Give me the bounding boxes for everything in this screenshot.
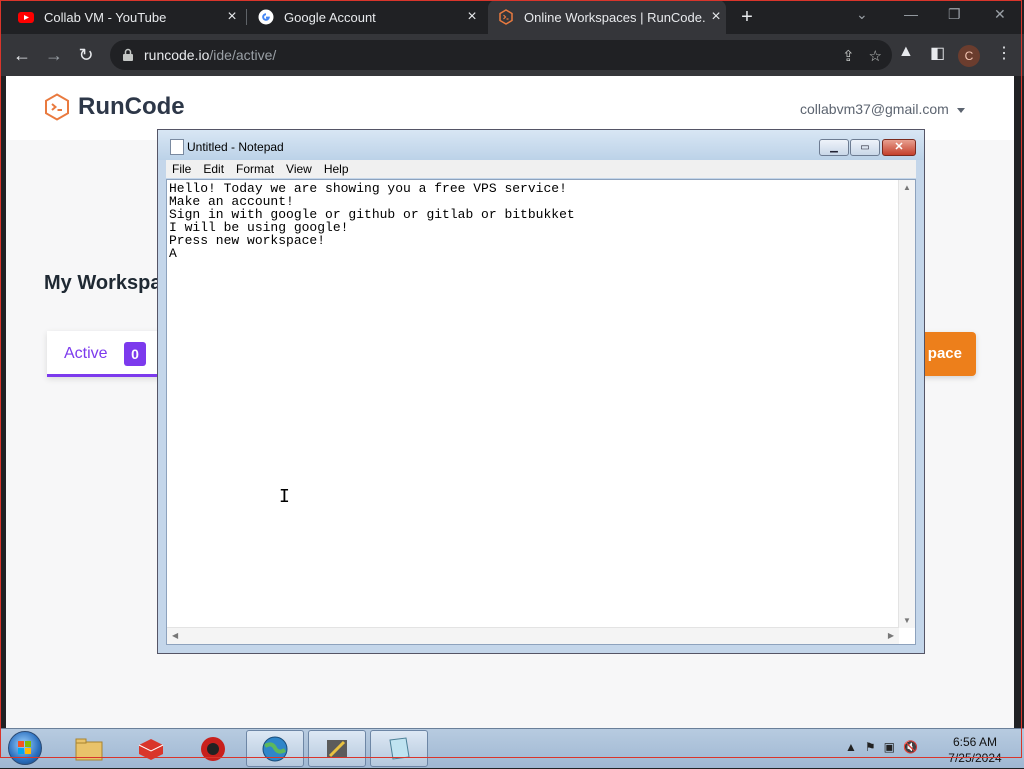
menu-edit[interactable]: Edit <box>197 160 230 178</box>
tab-title: Online Workspaces | RunCode.io <box>524 9 706 25</box>
menu-file[interactable]: File <box>166 160 197 178</box>
text-cursor-icon: I <box>279 486 290 507</box>
tab-youtube[interactable]: Collab VM - YouTube × <box>10 0 242 34</box>
tab-active[interactable]: Active <box>64 345 108 363</box>
tab-title: Google Account <box>284 9 376 25</box>
restore-window-icon[interactable]: ❐ <box>948 6 961 23</box>
page-title: My Workspa <box>44 272 162 294</box>
caret-down-icon <box>956 107 965 113</box>
runcode-logo[interactable]: RunCode <box>44 93 185 121</box>
minimize-button[interactable]: ▁ <box>819 139 849 156</box>
notepad-text-area[interactable]: Hello! Today we are showing you a free V… <box>166 179 916 645</box>
clock-date: 7/25/2024 <box>948 751 1002 765</box>
browser-globe-icon <box>262 736 288 761</box>
media-player-icon <box>201 736 225 761</box>
bookmark-star-icon[interactable]: ☆ <box>869 47 882 65</box>
close-tab-icon[interactable]: × <box>222 8 242 26</box>
notepad-window: Untitled - Notepad ▁ ▭ ✕ File Edit Forma… <box>157 129 925 654</box>
taskbar-app-tool[interactable] <box>308 730 366 767</box>
notepad-title: Untitled - Notepad <box>187 140 284 154</box>
clock-time: 6:56 AM <box>952 735 998 749</box>
new-tab-button[interactable]: + <box>736 6 758 28</box>
runcode-logo-icon <box>45 93 69 121</box>
minimize-window-icon[interactable]: — <box>904 6 918 22</box>
volume-muted-icon[interactable]: 🔇 <box>903 740 918 754</box>
url-host: runcode.io <box>144 47 210 63</box>
scroll-up-icon[interactable]: ▲ <box>903 183 911 192</box>
folder-icon <box>75 738 103 760</box>
browser-toolbar: ← → ↻ runcode.io/ide/active/ ⇪ ☆ ▲ ◧ ⋮ <box>0 34 1024 76</box>
tool-icon <box>327 739 347 758</box>
menu-help[interactable]: Help <box>318 160 355 178</box>
scroll-down-icon[interactable]: ▼ <box>903 616 911 625</box>
red-box-icon <box>138 738 164 760</box>
tab-title: Collab VM - YouTube <box>44 9 167 25</box>
close-button[interactable]: ✕ <box>882 139 916 156</box>
brand-name: RunCode <box>78 93 185 120</box>
close-tab-icon[interactable]: × <box>706 8 726 26</box>
more-menu-icon[interactable]: ⋮ <box>996 43 1012 63</box>
account-email: collabvm37@gmail.com <box>800 101 949 117</box>
extensions-icon[interactable]: ▲ <box>898 43 914 61</box>
notepad-menubar: File Edit Format View Help <box>166 160 916 178</box>
system-clock[interactable]: 6:56 AM 7/25/2024 <box>940 734 1010 766</box>
tab-runcode[interactable]: Online Workspaces | RunCode.io × <box>488 0 726 34</box>
start-button[interactable] <box>8 731 42 765</box>
address-bar[interactable]: runcode.io/ide/active/ ⇪ ☆ <box>110 40 892 70</box>
account-menu[interactable]: collabvm37@gmail.com <box>800 101 965 117</box>
url-text: runcode.io/ide/active/ <box>144 47 276 63</box>
close-window-icon[interactable]: ✕ <box>994 6 1006 23</box>
taskbar-app-media[interactable] <box>184 730 242 767</box>
runcode-icon <box>499 9 513 25</box>
back-icon[interactable]: ← <box>10 43 34 67</box>
notepad-titlebar[interactable]: Untitled - Notepad ▁ ▭ ✕ <box>158 130 924 160</box>
horizontal-scrollbar[interactable]: ◀ ▶ <box>167 627 899 644</box>
taskbar-chrome[interactable] <box>246 730 304 767</box>
reload-icon[interactable]: ↻ <box>74 43 98 67</box>
menu-format[interactable]: Format <box>230 160 280 178</box>
close-tab-icon[interactable]: × <box>462 8 482 26</box>
scroll-left-icon[interactable]: ◀ <box>172 631 178 640</box>
show-hidden-icons-icon[interactable]: ▲ <box>845 740 857 754</box>
profile-avatar[interactable]: C <box>958 45 980 67</box>
tab-google-account[interactable]: Google Account × <box>250 0 482 34</box>
tab-search-icon[interactable]: ⌄ <box>856 6 868 23</box>
forward-icon[interactable]: → <box>42 43 66 67</box>
network-icon[interactable]: ▣ <box>884 740 895 754</box>
google-icon <box>258 9 274 25</box>
share-icon[interactable]: ⇪ <box>842 47 855 65</box>
lock-icon <box>123 48 133 61</box>
url-path: /ide/active/ <box>209 47 277 63</box>
taskbar-app-red[interactable] <box>122 730 180 767</box>
active-count-badge: 0 <box>124 342 146 366</box>
youtube-icon <box>18 12 34 23</box>
system-tray: ▲ ⚑ ▣ 🔇 <box>845 740 918 754</box>
windows-logo-icon <box>18 741 31 754</box>
taskbar-notepad[interactable] <box>370 730 428 767</box>
tab-divider <box>246 9 247 25</box>
notepad-icon <box>170 139 184 155</box>
taskbar-explorer[interactable] <box>60 730 118 767</box>
notepad-content: Hello! Today we are showing you a free V… <box>169 181 575 261</box>
vertical-scrollbar[interactable]: ▲ ▼ <box>898 180 915 628</box>
action-center-flag-icon[interactable]: ⚑ <box>865 740 876 754</box>
browser-tab-strip: Collab VM - YouTube × Google Account × O… <box>0 0 1024 34</box>
scroll-right-icon[interactable]: ▶ <box>888 631 894 640</box>
side-panel-icon[interactable]: ◧ <box>930 43 945 63</box>
notepad-taskbar-icon <box>389 736 410 760</box>
menu-view[interactable]: View <box>280 160 318 178</box>
maximize-button[interactable]: ▭ <box>850 139 880 156</box>
windows-taskbar: ▲ ⚑ ▣ 🔇 6:56 AM 7/25/2024 <box>0 728 1024 768</box>
